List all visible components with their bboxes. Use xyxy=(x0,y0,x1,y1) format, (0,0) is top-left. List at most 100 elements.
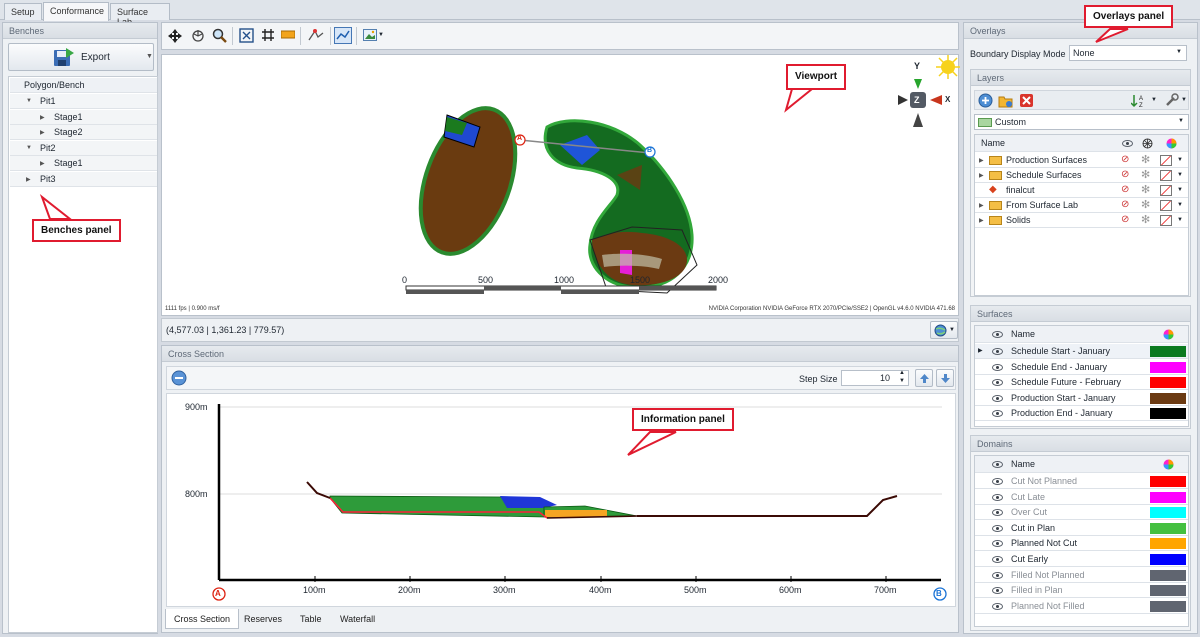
visibility-eye-icon[interactable] xyxy=(992,587,1003,595)
tab-table[interactable]: Table xyxy=(292,609,330,629)
layer-row[interactable]: ◆ finalcut ⊘ ✻ ▼ xyxy=(975,183,1188,198)
add-folder-icon[interactable] xyxy=(998,94,1014,108)
surface-color-swatch[interactable] xyxy=(1150,346,1186,357)
chevron-right-icon[interactable]: ▶ xyxy=(979,202,984,209)
export-button[interactable]: Export ▼ xyxy=(8,43,154,71)
domain-color-swatch[interactable] xyxy=(1150,491,1186,503)
domain-color-swatch[interactable] xyxy=(1150,600,1186,612)
surface-color-swatch[interactable] xyxy=(1150,361,1186,373)
surface-row[interactable]: Schedule Future - February xyxy=(975,375,1188,390)
grid-hash-icon[interactable] xyxy=(261,28,275,42)
chevron-down-icon[interactable]: ▼ xyxy=(1181,97,1187,103)
visibility-eye-icon[interactable] xyxy=(992,524,1003,532)
domain-row[interactable]: Planned Not Cut xyxy=(975,536,1188,552)
layer-row[interactable]: ▶ Schedule Surfaces ⊘ ✻ ▼ xyxy=(975,168,1188,183)
ruler-measure-icon[interactable] xyxy=(281,30,295,40)
visibility-eye-icon[interactable] xyxy=(992,478,1003,485)
chevron-down-icon[interactable]: ▼ xyxy=(378,32,384,38)
chevron-down-icon[interactable]: ▼ xyxy=(26,98,32,104)
chevron-right-icon[interactable]: ▶ xyxy=(40,160,45,167)
chevron-down-icon[interactable]: ▼ xyxy=(1176,49,1182,55)
layer-set-select[interactable]: Custom ▼ xyxy=(974,114,1189,130)
hidden-eye-icon[interactable]: ⊘ xyxy=(1121,199,1129,210)
chevron-right-icon[interactable]: ▶ xyxy=(26,176,31,183)
chart-view-icon[interactable] xyxy=(334,27,352,44)
hand-pan-icon[interactable] xyxy=(191,28,206,43)
hidden-eye-icon[interactable]: ⊘ xyxy=(1121,184,1129,195)
tree-row[interactable]: ▶ Stage1 xyxy=(10,109,157,125)
surface-color-swatch[interactable] xyxy=(1150,408,1186,419)
layer-color-swatch[interactable] xyxy=(1160,170,1172,181)
domain-color-swatch[interactable] xyxy=(1150,522,1186,534)
spin-up-icon[interactable]: ▲ xyxy=(899,370,905,376)
domain-color-swatch[interactable] xyxy=(1150,569,1186,581)
visibility-eye-icon[interactable] xyxy=(992,379,1003,386)
axis-z-label[interactable]: Z xyxy=(914,95,920,105)
domain-color-swatch[interactable] xyxy=(1150,507,1186,519)
chevron-down-icon[interactable]: ▼ xyxy=(1177,217,1183,223)
visibility-eye-icon[interactable] xyxy=(992,363,1003,371)
domain-row[interactable]: Over Cut xyxy=(975,505,1188,521)
domain-row[interactable]: Filled Not Planned xyxy=(975,568,1188,583)
chevron-down-icon[interactable]: ▼ xyxy=(1177,202,1183,208)
transparency-icon[interactable]: ✻ xyxy=(1141,183,1150,196)
visibility-eye-icon[interactable] xyxy=(992,571,1003,579)
visibility-eye-icon[interactable] xyxy=(992,410,1003,417)
tree-row[interactable]: ▶ Stage2 xyxy=(10,125,157,140)
domain-color-swatch[interactable] xyxy=(1150,554,1186,565)
spin-down-icon[interactable]: ▼ xyxy=(899,378,905,384)
chevron-down-icon[interactable]: ▼ xyxy=(949,327,955,333)
chevron-right-icon[interactable]: ▶ xyxy=(40,129,45,136)
boundary-mode-select[interactable]: None ▼ xyxy=(1069,45,1187,61)
transparency-icon[interactable]: ✻ xyxy=(1141,168,1150,181)
tab-reserves[interactable]: Reserves xyxy=(236,609,290,629)
surface-color-swatch[interactable] xyxy=(1150,392,1186,404)
layer-color-swatch[interactable] xyxy=(1160,155,1172,166)
transparency-icon[interactable]: ✻ xyxy=(1141,213,1150,226)
tree-row[interactable]: ▶ Stage1 xyxy=(10,156,157,171)
chevron-right-icon[interactable]: ▶ xyxy=(979,172,984,179)
cross-section-chart[interactable]: 900m 800m 100m 200m 300m 400m 500m 600m 700m A… xyxy=(166,393,956,607)
zoom-extents-icon[interactable] xyxy=(239,28,254,43)
transparency-icon[interactable]: ✻ xyxy=(1141,153,1150,166)
chevron-right-icon[interactable]: ▶ xyxy=(979,157,984,164)
step-down-button[interactable] xyxy=(936,369,954,387)
hidden-eye-icon[interactable]: ⊘ xyxy=(1121,154,1129,165)
viewport[interactable]: A B Y Z X 0 500 1000 1500 2000 1111 fps | 0.… xyxy=(161,54,960,316)
domain-row[interactable]: Planned Not Filled xyxy=(975,599,1188,614)
domain-row[interactable]: Cut Late xyxy=(975,490,1188,505)
surface-row[interactable]: Production End - January xyxy=(975,406,1188,421)
image-export-icon[interactable] xyxy=(363,29,377,41)
hidden-eye-icon[interactable]: ⊘ xyxy=(1121,169,1129,180)
tab-setup[interactable]: Setup xyxy=(4,3,42,20)
tools-icon[interactable] xyxy=(1165,93,1180,108)
domain-row[interactable]: Cut in Plan xyxy=(975,521,1188,536)
layer-row[interactable]: ▶ Production Surfaces ⊘ ✻ ▼ xyxy=(975,153,1188,168)
surface-color-swatch[interactable] xyxy=(1150,377,1186,388)
surface-row[interactable]: Schedule End - January xyxy=(975,360,1188,375)
tab-cross-section[interactable]: Cross Section xyxy=(165,609,240,629)
pan-arrows-icon[interactable] xyxy=(168,29,182,43)
hidden-eye-icon[interactable]: ⊘ xyxy=(1121,214,1129,225)
layer-color-swatch[interactable] xyxy=(1160,185,1172,196)
delete-layer-icon[interactable] xyxy=(1019,93,1034,108)
chevron-down-icon[interactable]: ▼ xyxy=(1151,97,1157,103)
chevron-down-icon[interactable]: ▼ xyxy=(1177,187,1183,193)
sort-az-icon[interactable]: AZ xyxy=(1131,93,1149,108)
chevron-down-icon[interactable]: ▼ xyxy=(1177,172,1183,178)
visibility-eye-icon[interactable] xyxy=(992,556,1003,563)
tab-surface-lab[interactable]: Surface Lab xyxy=(110,3,170,27)
visibility-eye-icon[interactable] xyxy=(992,509,1003,517)
tab-conformance[interactable]: Conformance xyxy=(43,2,109,21)
transparency-icon[interactable]: ✻ xyxy=(1141,198,1150,211)
tab-waterfall[interactable]: Waterfall xyxy=(332,609,383,629)
marker-a-label[interactable]: A xyxy=(517,135,522,142)
chevron-down-icon[interactable]: ▼ xyxy=(146,53,153,60)
domain-color-swatch[interactable] xyxy=(1150,585,1186,597)
layer-color-swatch[interactable] xyxy=(1160,200,1172,211)
surface-row[interactable]: ▶ Schedule Start - January xyxy=(975,344,1188,359)
surface-row[interactable]: Production Start - January xyxy=(975,391,1188,406)
zoom-magnifier-icon[interactable] xyxy=(212,28,227,43)
domain-color-swatch[interactable] xyxy=(1150,476,1186,487)
visibility-eye-icon[interactable] xyxy=(992,348,1003,355)
